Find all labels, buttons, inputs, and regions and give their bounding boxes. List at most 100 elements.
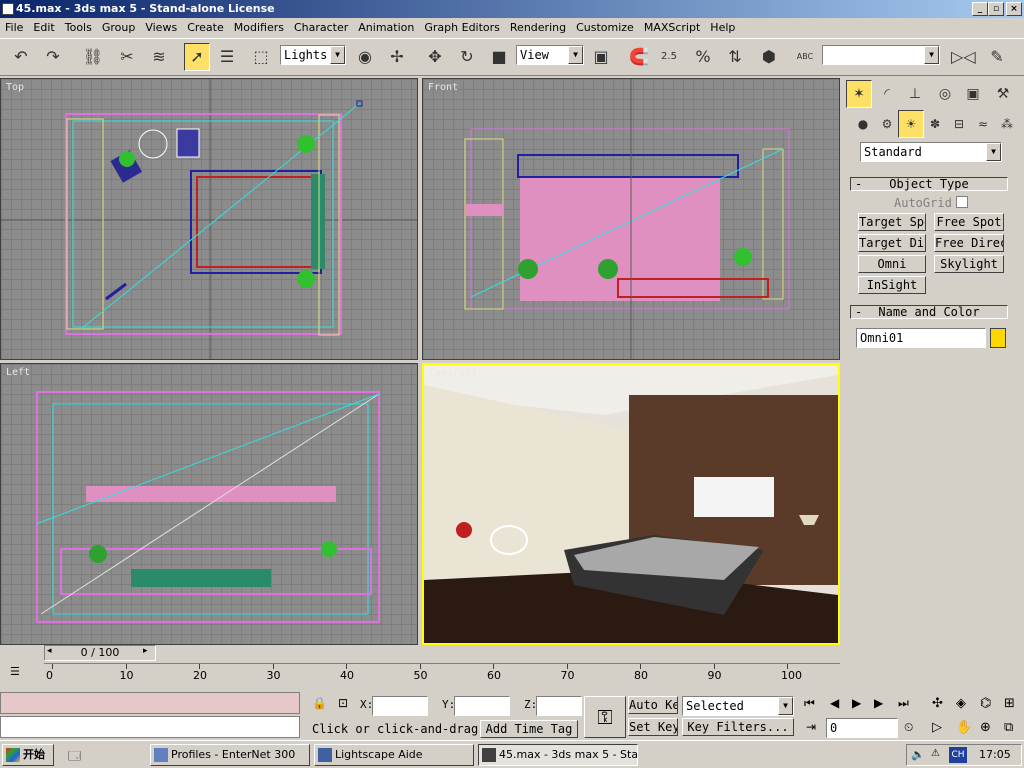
undo-icon[interactable]: ↶ [8, 43, 34, 71]
next-key-icon[interactable]: ▶ [874, 696, 883, 710]
redo-icon[interactable]: ↷ [40, 43, 66, 71]
goto-start-icon[interactable]: ⏮ [804, 696, 815, 711]
menu-item-rendering[interactable]: Rendering [505, 18, 571, 38]
menu-item-help[interactable]: Help [705, 18, 740, 38]
task-3dsmax[interactable]: 45.max - 3ds max 5 - Sta... [478, 744, 638, 766]
network-icon[interactable]: ⚠ [931, 748, 940, 759]
time-ruler[interactable]: 0 10 20 30 40 50 60 70 80 90 100 [44, 663, 840, 689]
z-field[interactable] [536, 696, 582, 716]
named-selection-sets-icon[interactable]: ⬢ [756, 43, 782, 71]
viewport-left[interactable]: Left [0, 363, 418, 645]
display-tab-icon[interactable]: ▣ [960, 80, 986, 108]
create-tab-icon[interactable]: ✶ [846, 80, 872, 108]
auto-key-button[interactable]: Auto Key [628, 696, 678, 714]
select-by-name-icon[interactable]: ☰ [214, 43, 240, 71]
menu-item-character[interactable]: Character [289, 18, 353, 38]
window-crossing-icon[interactable]: ◉ [352, 43, 378, 71]
key-mode-toggle-icon[interactable]: ⇥ [806, 720, 816, 734]
status-line[interactable] [0, 716, 300, 738]
prev-key-icon[interactable]: ◀ [830, 696, 839, 710]
shapes-icon[interactable]: ⚙ [874, 110, 900, 138]
move-icon[interactable]: ✥ [422, 43, 448, 71]
maximize-button[interactable]: ▫ [988, 2, 1004, 16]
lights-icon[interactable]: ☀ [898, 110, 924, 138]
snap-3d-icon[interactable]: 🧲 [626, 43, 652, 71]
abs-rel-icon[interactable]: ⊡ [338, 696, 348, 710]
name-color-rollout[interactable]: - Name and Color [850, 305, 1008, 319]
pan-icon[interactable]: ✋ [956, 720, 972, 735]
viewport-front[interactable]: Front [422, 78, 840, 360]
close-button[interactable]: × [1006, 2, 1022, 16]
start-button[interactable]: 开始 [2, 744, 54, 766]
play-icon[interactable]: ▶ [852, 696, 861, 710]
add-time-tag-button[interactable]: Add Time Tag [480, 720, 578, 738]
menu-item-create[interactable]: Create [182, 18, 229, 38]
angle-snap-icon[interactable]: 2.5 [656, 43, 682, 71]
pivot-center-icon[interactable]: ▣ [588, 43, 614, 71]
set-key-button[interactable]: Set Key [628, 718, 678, 736]
menu-item-modifiers[interactable]: Modifiers [229, 18, 289, 38]
utilities-tab-icon[interactable]: ⚒ [990, 80, 1016, 108]
menu-item-graph-editors[interactable]: Graph Editors [419, 18, 505, 38]
hierarchy-tab-icon[interactable]: ⊥ [902, 80, 928, 108]
align-icon[interactable]: ✎ [984, 43, 1010, 71]
bind-space-warp-icon[interactable]: ≋ [146, 43, 172, 71]
track-bar-icon[interactable]: ☰ [10, 665, 22, 685]
menu-item-customize[interactable]: Customize [571, 18, 639, 38]
menu-item-animation[interactable]: Animation [353, 18, 419, 38]
x-field[interactable] [372, 696, 428, 716]
object-color-swatch[interactable] [990, 328, 1006, 348]
menu-item-tools[interactable]: Tools [60, 18, 97, 38]
time-config-icon[interactable]: ⏲ [904, 720, 913, 735]
menu-item-maxscript[interactable]: MAXScript [639, 18, 705, 38]
lock-icon[interactable]: 🔒 [312, 696, 327, 710]
rect-region-icon[interactable]: ⬚ [248, 43, 274, 71]
object-type-rollout[interactable]: - Object Type [850, 177, 1008, 191]
target-direct-button[interactable]: Target Direct [858, 234, 926, 252]
object-name-field[interactable]: Omni01 [856, 328, 986, 348]
ref-coord-dropdown[interactable]: View ▼ [516, 45, 584, 65]
menu-item-file[interactable]: File [0, 18, 28, 38]
modify-tab-icon[interactable]: ◜ [874, 80, 900, 108]
zoom-extents-all-icon[interactable]: ⊞ [1004, 696, 1015, 711]
autogrid-checkbox[interactable] [956, 196, 968, 208]
zoom-all-icon[interactable]: ◈ [956, 696, 966, 711]
unlink-icon[interactable]: ✂ [114, 43, 140, 71]
menu-item-views[interactable]: Views [140, 18, 182, 38]
maximize-viewport-icon[interactable]: ⧉ [1004, 720, 1013, 735]
mirror-icon[interactable]: ▷◁ [950, 43, 976, 71]
goto-end-icon[interactable]: ⏭ [898, 696, 909, 711]
time-slider[interactable]: ◂ 0 / 100 ▸ [44, 645, 156, 661]
select-object-icon[interactable]: ➚ [184, 43, 210, 71]
spacewarps-icon[interactable]: ≈ [970, 110, 996, 138]
viewport-camera[interactable]: Camera01 [422, 363, 840, 645]
rotate-icon[interactable]: ↻ [454, 43, 480, 71]
current-frame-field[interactable]: 0 [826, 718, 898, 738]
fov-icon[interactable]: ▷ [932, 720, 942, 735]
prev-frame-icon[interactable]: ◂ [47, 646, 57, 656]
free-direct-button[interactable]: Free Direct [934, 234, 1004, 252]
maxscript-listener[interactable] [0, 692, 300, 714]
minimize-button[interactable]: _ [972, 2, 988, 16]
category-dropdown[interactable]: Standard ▼ [860, 142, 1002, 162]
show-desktop-icon[interactable]: 🗔 [68, 747, 81, 768]
select-link-icon[interactable]: ⛓ [80, 43, 106, 71]
named-selection-dropdown[interactable]: ▼ [822, 45, 940, 65]
selection-filter-dropdown[interactable]: Lights ▼ [280, 45, 346, 65]
omni-button[interactable]: Omni [858, 255, 926, 273]
key-filters-button[interactable]: Key Filters... [682, 718, 794, 736]
free-spot-button[interactable]: Free Spot [934, 213, 1004, 231]
helpers-icon[interactable]: ⊟ [946, 110, 972, 138]
geometry-icon[interactable]: ● [850, 110, 876, 138]
menu-item-group[interactable]: Group [97, 18, 141, 38]
spinner-snap-icon[interactable]: ⇅ [722, 43, 748, 71]
systems-icon[interactable]: ⁂ [994, 110, 1020, 138]
orbit-icon[interactable]: ⊕ [980, 720, 991, 735]
edit-named-sel-icon[interactable]: ABC [792, 43, 818, 71]
target-spot-button[interactable]: Target Spot [858, 213, 926, 231]
menu-item-edit[interactable]: Edit [28, 18, 59, 38]
motion-tab-icon[interactable]: ◎ [932, 80, 958, 108]
cameras-icon[interactable]: ✽ [922, 110, 948, 138]
select-and-link-icon[interactable]: ✢ [384, 43, 410, 71]
key-mode-dropdown[interactable]: Selected ▼ [682, 696, 794, 716]
